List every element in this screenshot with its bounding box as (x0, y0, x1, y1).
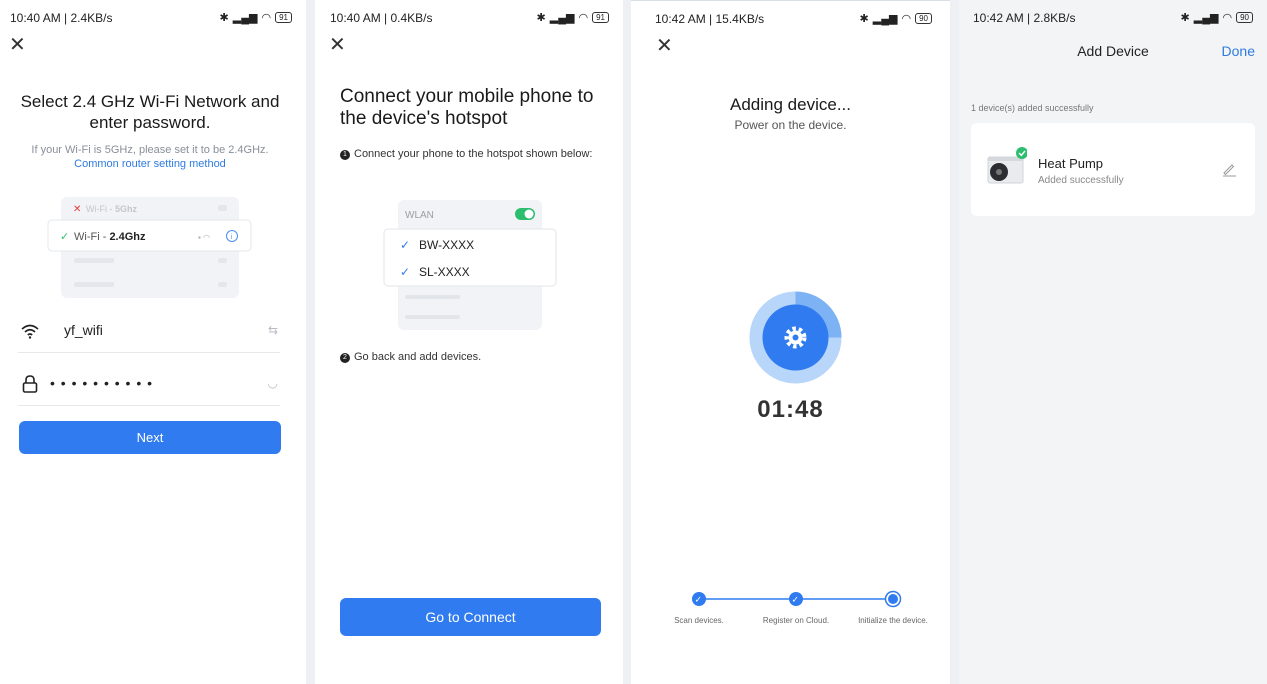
status-icons: ✱ ▂▄▆ ◠ 90 (860, 12, 932, 25)
wifi-ssid-input[interactable]: yf_wifi (64, 322, 103, 338)
step-number-1: 1 (340, 150, 350, 160)
hide-password-icon[interactable]: ◡ (268, 376, 278, 390)
switch-network-icon[interactable]: ⇆ (268, 323, 278, 337)
done-button[interactable]: Done (1222, 43, 1255, 59)
step-label-initialize: Initialize the device. (858, 616, 928, 625)
step-label-register: Register on Cloud. (762, 616, 830, 625)
panel-divider (623, 0, 631, 684)
router-setting-link[interactable]: Common router setting method (0, 157, 300, 171)
wifi-icon (21, 324, 39, 339)
instruction-step-2: 2 Go back and add devices. (340, 351, 600, 364)
status-bar: 10:42 AM | 15.4KB/s ✱ ▂▄▆ ◠ 90 (655, 12, 932, 28)
wifi-status-icon: ◠ (901, 13, 912, 25)
instruction-step-1: 1 Connect your phone to the hotspot shown… (340, 148, 600, 161)
battery-icon: 90 (1236, 12, 1253, 23)
step-1-text: Connect your phone to the hotspot shown … (354, 148, 593, 160)
svg-text:✓: ✓ (400, 238, 410, 252)
status-time: 10:40 AM | 2.4KB/s (10, 11, 113, 25)
close-icon[interactable]: ✕ (9, 35, 27, 55)
status-time: 10:42 AM | 15.4KB/s (655, 12, 765, 26)
page-title: Adding device... (730, 95, 851, 114)
wifi-ssid-row[interactable]: yf_wifi ⇆ (18, 309, 280, 353)
hotspot-connect-screen: 10:40 AM | 0.4KB/s ✱ ▂▄▆ ◠ 91 ✕ Connect … (315, 0, 623, 684)
network-item-1: BW-XXXX (419, 238, 474, 252)
svg-text:▪ ◠: ▪ ◠ (198, 233, 210, 242)
close-icon[interactable]: ✕ (656, 36, 674, 56)
wifi-status-icon: ◠ (578, 12, 589, 24)
heat-pump-icon (987, 147, 1027, 184)
svg-text:✓: ✓ (792, 595, 800, 605)
wifi-24g-label: Wi-Fi - 2.4Ghz (74, 231, 146, 243)
battery-icon: 90 (915, 13, 932, 24)
signal-icon: ▂▄▆ (1193, 12, 1219, 24)
step-label-scan: Scan devices. (674, 616, 724, 625)
wifi-status-icon: ◠ (261, 12, 272, 24)
status-icons: ✱ ▂▄▆ ◠ 91 (537, 11, 609, 24)
status-bar: 10:40 AM | 0.4KB/s ✱ ▂▄▆ ◠ 91 (330, 11, 609, 27)
status-time: 10:40 AM | 0.4KB/s (330, 11, 433, 25)
countdown-timer: 01:48 (757, 396, 824, 423)
go-to-connect-button[interactable]: Go to Connect (340, 598, 601, 636)
next-button[interactable]: Next (19, 421, 281, 454)
svg-text:✓: ✓ (60, 231, 69, 243)
signal-icon: ▂▄▆ (232, 12, 258, 24)
page-title: Select 2.4 GHz Wi-Fi Network and enter p… (20, 92, 280, 132)
wifi-hint: If your Wi-Fi is 5GHz, please set it to … (0, 143, 300, 171)
step-number-2: 2 (340, 353, 350, 363)
step-2-text: Go back and add devices. (354, 351, 482, 363)
signal-icon: ▂▄▆ (549, 12, 575, 24)
status-icons: ✱ ▂▄▆ ◠ 91 (220, 11, 292, 24)
wifi-5g-label: Wi-Fi - 5Ghz (86, 204, 138, 214)
lock-icon (22, 375, 38, 393)
added-count-text: 1 device(s) added successfully (971, 103, 1094, 113)
adding-device-screen: 10:42 AM | 15.4KB/s ✱ ▂▄▆ ◠ 90 ✕ Adding … (631, 0, 950, 684)
network-item-2: SL-XXXX (419, 265, 470, 279)
wifi-band-illustration: ✕ Wi-Fi - 5Ghz ✓ Wi-Fi - 2.4Ghz ▪ ◠ i (47, 197, 252, 298)
progress-ring (749, 291, 842, 384)
hint-text: If your Wi-Fi is 5GHz, please set it to … (31, 144, 269, 156)
svg-text:✕: ✕ (73, 204, 81, 215)
bluetooth-icon: ✱ (859, 13, 869, 25)
status-time: 10:42 AM | 2.8KB/s (973, 11, 1076, 25)
hotspot-illustration: WLAN ✓ BW-XXXX ✓ SL-XXXX (383, 200, 557, 330)
add-device-result-screen: 10:42 AM | 2.8KB/s ✱ ▂▄▆ ◠ 90 Add Device… (959, 0, 1267, 684)
bluetooth-icon: ✱ (536, 12, 546, 24)
wifi-password-row[interactable]: • • • • • • • • • • ◡ (18, 362, 280, 406)
wifi-status-icon: ◠ (1222, 12, 1233, 24)
wifi-setup-screen: 10:40 AM | 2.4KB/s ✱ ▂▄▆ ◠ 91 ✕ Select 2… (0, 0, 306, 684)
status-icons: ✱ ▂▄▆ ◠ 90 (1181, 11, 1253, 24)
battery-icon: 91 (592, 12, 609, 23)
svg-text:✓: ✓ (400, 265, 410, 279)
status-bar: 10:42 AM | 2.8KB/s ✱ ▂▄▆ ◠ 90 (973, 11, 1253, 27)
edit-icon[interactable] (1221, 161, 1237, 177)
device-name: Heat Pump (1038, 156, 1104, 171)
svg-text:✓: ✓ (695, 595, 703, 605)
battery-icon: 91 (275, 12, 292, 23)
panel-divider (950, 0, 959, 684)
wlan-label: WLAN (405, 210, 434, 221)
status-bar: 10:40 AM | 2.4KB/s ✱ ▂▄▆ ◠ 91 (10, 11, 292, 27)
close-icon[interactable]: ✕ (329, 35, 347, 55)
panel-divider (306, 0, 315, 684)
signal-icon: ▂▄▆ (872, 13, 898, 25)
page-title: Connect your mobile phone to the device'… (340, 86, 594, 129)
device-status: Added successfully (1038, 175, 1124, 186)
device-card[interactable]: Heat Pump Added successfully (971, 123, 1255, 216)
page-subtitle: Power on the device. (734, 118, 847, 132)
bluetooth-icon: ✱ (1180, 12, 1190, 24)
wifi-password-input[interactable]: • • • • • • • • • • (50, 375, 153, 391)
bluetooth-icon: ✱ (219, 12, 229, 24)
